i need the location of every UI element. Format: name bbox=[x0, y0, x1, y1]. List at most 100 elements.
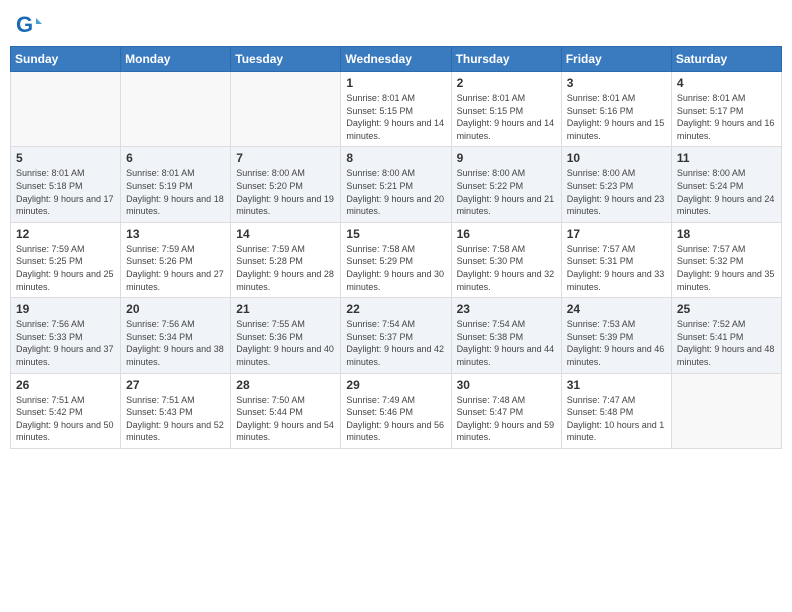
day-number: 17 bbox=[567, 227, 666, 241]
day-number: 19 bbox=[16, 302, 115, 316]
day-number: 21 bbox=[236, 302, 335, 316]
day-number: 30 bbox=[457, 378, 556, 392]
day-info: Sunrise: 8:01 AM Sunset: 5:15 PM Dayligh… bbox=[457, 92, 556, 142]
day-info: Sunrise: 7:52 AM Sunset: 5:41 PM Dayligh… bbox=[677, 318, 776, 368]
calendar-day-cell: 18 Sunrise: 7:57 AM Sunset: 5:32 PM Dayli… bbox=[671, 222, 781, 297]
calendar-day-cell: 6 Sunrise: 8:01 AM Sunset: 5:19 PM Daylig… bbox=[121, 147, 231, 222]
calendar-day-cell: 15 Sunrise: 7:58 AM Sunset: 5:29 PM Dayli… bbox=[341, 222, 451, 297]
calendar-day-cell: 8 Sunrise: 8:00 AM Sunset: 5:21 PM Daylig… bbox=[341, 147, 451, 222]
calendar-week-row: 12Sunrise: 7:59 AM Sunset: 5:25 PM Dayli… bbox=[11, 222, 782, 297]
day-info: Sunrise: 8:01 AM Sunset: 5:19 PM Dayligh… bbox=[126, 167, 225, 217]
calendar-day-cell: 3 Sunrise: 8:01 AM Sunset: 5:16 PM Daylig… bbox=[561, 72, 671, 147]
day-number: 7 bbox=[236, 151, 335, 165]
day-info: Sunrise: 8:01 AM Sunset: 5:16 PM Dayligh… bbox=[567, 92, 666, 142]
calendar-week-row: 1 Sunrise: 8:01 AM Sunset: 5:15 PM Daylig… bbox=[11, 72, 782, 147]
day-number: 5 bbox=[16, 151, 115, 165]
calendar-day-cell: 31 Sunrise: 7:47 AM Sunset: 5:48 PM Dayli… bbox=[561, 373, 671, 448]
calendar-day-cell: 5 Sunrise: 8:01 AM Sunset: 5:18 PM Daylig… bbox=[11, 147, 121, 222]
day-number: 13 bbox=[126, 227, 225, 241]
calendar-day-cell bbox=[231, 72, 341, 147]
weekday-header: Saturday bbox=[671, 47, 781, 72]
day-info: Sunrise: 8:00 AM Sunset: 5:21 PM Dayligh… bbox=[346, 167, 445, 217]
calendar-day-cell: 9 Sunrise: 8:00 AM Sunset: 5:22 PM Daylig… bbox=[451, 147, 561, 222]
day-info: Sunrise: 7:49 AM Sunset: 5:46 PM Dayligh… bbox=[346, 394, 445, 444]
day-info: Sunrise: 7:53 AM Sunset: 5:39 PM Dayligh… bbox=[567, 318, 666, 368]
calendar-day-cell: 22 Sunrise: 7:54 AM Sunset: 5:37 PM Dayli… bbox=[341, 298, 451, 373]
day-number: 16 bbox=[457, 227, 556, 241]
day-info: Sunrise: 7:58 AM Sunset: 5:29 PM Dayligh… bbox=[346, 243, 445, 293]
day-info: Sunrise: 8:00 AM Sunset: 5:24 PM Dayligh… bbox=[677, 167, 776, 217]
day-info: Sunrise: 7:50 AM Sunset: 5:44 PM Dayligh… bbox=[236, 394, 335, 444]
weekday-header: Thursday bbox=[451, 47, 561, 72]
day-info: Sunrise: 7:47 AM Sunset: 5:48 PM Dayligh… bbox=[567, 394, 666, 444]
day-number: 24 bbox=[567, 302, 666, 316]
weekday-header: Tuesday bbox=[231, 47, 341, 72]
day-number: 1 bbox=[346, 76, 445, 90]
day-info: Sunrise: 7:54 AM Sunset: 5:37 PM Dayligh… bbox=[346, 318, 445, 368]
calendar-day-cell: 21 Sunrise: 7:55 AM Sunset: 5:36 PM Dayli… bbox=[231, 298, 341, 373]
day-number: 28 bbox=[236, 378, 335, 392]
calendar-day-cell: 17Sunrise: 7:57 AM Sunset: 5:31 PM Dayli… bbox=[561, 222, 671, 297]
calendar-day-cell: 1 Sunrise: 8:01 AM Sunset: 5:15 PM Daylig… bbox=[341, 72, 451, 147]
day-number: 6 bbox=[126, 151, 225, 165]
calendar-day-cell: 24 Sunrise: 7:53 AM Sunset: 5:39 PM Dayli… bbox=[561, 298, 671, 373]
calendar-day-cell: 27 Sunrise: 7:51 AM Sunset: 5:43 PM Dayli… bbox=[121, 373, 231, 448]
calendar-day-cell: 30 Sunrise: 7:48 AM Sunset: 5:47 PM Dayli… bbox=[451, 373, 561, 448]
day-number: 8 bbox=[346, 151, 445, 165]
day-number: 4 bbox=[677, 76, 776, 90]
calendar-day-cell: 16 Sunrise: 7:58 AM Sunset: 5:30 PM Dayli… bbox=[451, 222, 561, 297]
day-info: Sunrise: 8:01 AM Sunset: 5:15 PM Dayligh… bbox=[346, 92, 445, 142]
day-number: 31 bbox=[567, 378, 666, 392]
day-number: 27 bbox=[126, 378, 225, 392]
day-info: Sunrise: 8:00 AM Sunset: 5:22 PM Dayligh… bbox=[457, 167, 556, 217]
calendar-day-cell: 12Sunrise: 7:59 AM Sunset: 5:25 PM Dayli… bbox=[11, 222, 121, 297]
day-number: 18 bbox=[677, 227, 776, 241]
day-info: Sunrise: 7:51 AM Sunset: 5:42 PM Dayligh… bbox=[16, 394, 115, 444]
day-number: 29 bbox=[346, 378, 445, 392]
calendar-day-cell bbox=[671, 373, 781, 448]
day-info: Sunrise: 7:56 AM Sunset: 5:34 PM Dayligh… bbox=[126, 318, 225, 368]
calendar-day-cell: 23Sunrise: 7:54 AM Sunset: 5:38 PM Dayli… bbox=[451, 298, 561, 373]
day-info: Sunrise: 7:59 AM Sunset: 5:28 PM Dayligh… bbox=[236, 243, 335, 293]
day-number: 9 bbox=[457, 151, 556, 165]
calendar-week-row: 5 Sunrise: 8:01 AM Sunset: 5:18 PM Daylig… bbox=[11, 147, 782, 222]
day-number: 23 bbox=[457, 302, 556, 316]
day-number: 22 bbox=[346, 302, 445, 316]
header: G bbox=[10, 10, 782, 38]
day-number: 10 bbox=[567, 151, 666, 165]
day-info: Sunrise: 7:48 AM Sunset: 5:47 PM Dayligh… bbox=[457, 394, 556, 444]
calendar-day-cell: 7Sunrise: 8:00 AM Sunset: 5:20 PM Daylig… bbox=[231, 147, 341, 222]
calendar-header-row: SundayMondayTuesdayWednesdayThursdayFrid… bbox=[11, 47, 782, 72]
calendar-week-row: 19 Sunrise: 7:56 AM Sunset: 5:33 PM Dayli… bbox=[11, 298, 782, 373]
day-number: 3 bbox=[567, 76, 666, 90]
day-info: Sunrise: 7:59 AM Sunset: 5:25 PM Dayligh… bbox=[16, 243, 115, 293]
day-info: Sunrise: 7:58 AM Sunset: 5:30 PM Dayligh… bbox=[457, 243, 556, 293]
calendar-body: 1 Sunrise: 8:01 AM Sunset: 5:15 PM Daylig… bbox=[11, 72, 782, 449]
calendar-day-cell: 2Sunrise: 8:01 AM Sunset: 5:15 PM Daylig… bbox=[451, 72, 561, 147]
weekday-header: Monday bbox=[121, 47, 231, 72]
calendar-day-cell: 19 Sunrise: 7:56 AM Sunset: 5:33 PM Dayli… bbox=[11, 298, 121, 373]
calendar-week-row: 26Sunrise: 7:51 AM Sunset: 5:42 PM Dayli… bbox=[11, 373, 782, 448]
calendar-day-cell bbox=[11, 72, 121, 147]
day-info: Sunrise: 7:56 AM Sunset: 5:33 PM Dayligh… bbox=[16, 318, 115, 368]
calendar-day-cell: 11 Sunrise: 8:00 AM Sunset: 5:24 PM Dayli… bbox=[671, 147, 781, 222]
day-info: Sunrise: 7:55 AM Sunset: 5:36 PM Dayligh… bbox=[236, 318, 335, 368]
weekday-header: Wednesday bbox=[341, 47, 451, 72]
day-number: 15 bbox=[346, 227, 445, 241]
day-info: Sunrise: 7:51 AM Sunset: 5:43 PM Dayligh… bbox=[126, 394, 225, 444]
day-info: Sunrise: 7:57 AM Sunset: 5:32 PM Dayligh… bbox=[677, 243, 776, 293]
weekday-header: Sunday bbox=[11, 47, 121, 72]
logo: G bbox=[14, 10, 44, 38]
calendar-day-cell: 20Sunrise: 7:56 AM Sunset: 5:34 PM Dayli… bbox=[121, 298, 231, 373]
day-info: Sunrise: 7:59 AM Sunset: 5:26 PM Dayligh… bbox=[126, 243, 225, 293]
day-info: Sunrise: 8:01 AM Sunset: 5:18 PM Dayligh… bbox=[16, 167, 115, 217]
day-info: Sunrise: 8:00 AM Sunset: 5:23 PM Dayligh… bbox=[567, 167, 666, 217]
day-number: 11 bbox=[677, 151, 776, 165]
calendar-day-cell: 4Sunrise: 8:01 AM Sunset: 5:17 PM Daylig… bbox=[671, 72, 781, 147]
calendar-table: SundayMondayTuesdayWednesdayThursdayFrid… bbox=[10, 46, 782, 449]
calendar-day-cell: 13 Sunrise: 7:59 AM Sunset: 5:26 PM Dayli… bbox=[121, 222, 231, 297]
calendar-day-cell: 29 Sunrise: 7:49 AM Sunset: 5:46 PM Dayli… bbox=[341, 373, 451, 448]
calendar-day-cell bbox=[121, 72, 231, 147]
page: G SundayMondayTuesdayWednesdayThursdayFr… bbox=[0, 0, 792, 612]
logo-icon: G bbox=[14, 10, 42, 38]
